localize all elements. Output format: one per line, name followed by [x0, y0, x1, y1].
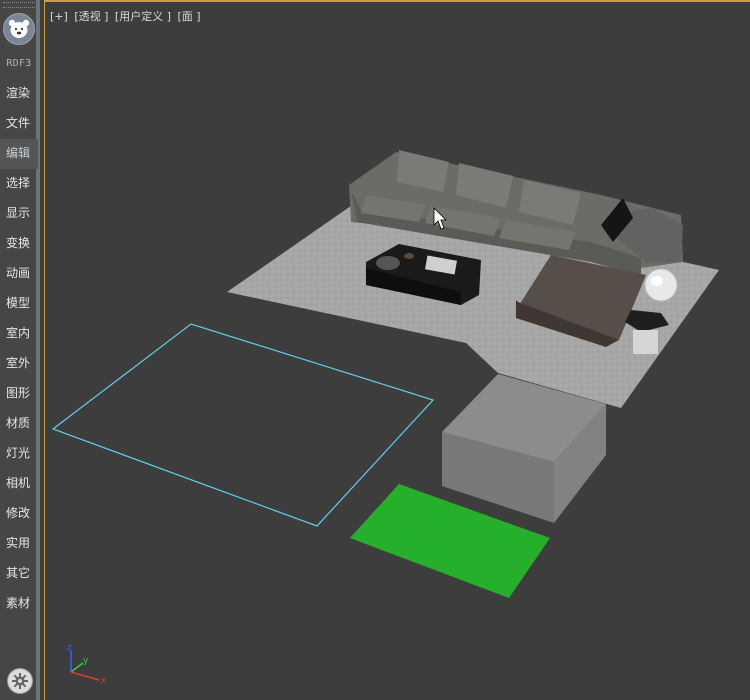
toolbar-grip[interactable]	[3, 2, 35, 8]
menu-item-select[interactable]: 选择	[0, 169, 38, 199]
menu-item-animation[interactable]: 动画	[0, 259, 38, 289]
menu-item-exterior[interactable]: 室外	[0, 349, 38, 379]
axis-label-z: z	[67, 643, 72, 653]
brand-label: RDF3	[6, 58, 32, 69]
menu-item-transform[interactable]: 变换	[0, 229, 38, 259]
menu-item-other[interactable]: 其它	[0, 559, 38, 589]
menu-item-camera[interactable]: 相机	[0, 469, 38, 499]
perspective-viewport[interactable]: [+] [透视 ] [用户定义 ] [面 ] z y x	[44, 0, 750, 700]
menu-item-assets[interactable]: 素材	[0, 589, 38, 619]
menu-item-file[interactable]: 文件	[0, 109, 38, 139]
menu-item-model[interactable]: 模型	[0, 289, 38, 319]
axis-gizmo: z y x	[67, 643, 107, 686]
bear-logo-icon[interactable]	[3, 13, 35, 45]
menu-item-material[interactable]: 材质	[0, 409, 38, 439]
toolbar-menu: 渲染 文件 编辑 选择 显示 变换 动画 模型 室内 室外 图形 材质 灯光 相…	[0, 79, 38, 619]
settings-button[interactable]	[7, 668, 33, 694]
menu-item-display[interactable]: 显示	[0, 199, 38, 229]
menu-item-modify[interactable]: 修改	[0, 499, 38, 529]
left-toolbar: RDF3 渲染 文件 编辑 选择 显示 变换 动画 模型 室内 室外 图形 材质…	[0, 0, 40, 700]
menu-item-edit[interactable]: 编辑	[0, 139, 38, 169]
menu-item-shapes[interactable]: 图形	[0, 379, 38, 409]
axis-label-y: y	[83, 656, 89, 666]
menu-item-interior[interactable]: 室内	[0, 319, 38, 349]
scene-canvas[interactable]: z y x	[45, 2, 750, 700]
axis-label-x: x	[101, 676, 107, 686]
menu-item-lights[interactable]: 灯光	[0, 439, 38, 469]
menu-item-render[interactable]: 渲染	[0, 79, 38, 109]
menu-item-utilities[interactable]: 实用	[0, 529, 38, 559]
selection-rectangle[interactable]	[51, 323, 435, 527]
gear-icon	[12, 673, 28, 689]
